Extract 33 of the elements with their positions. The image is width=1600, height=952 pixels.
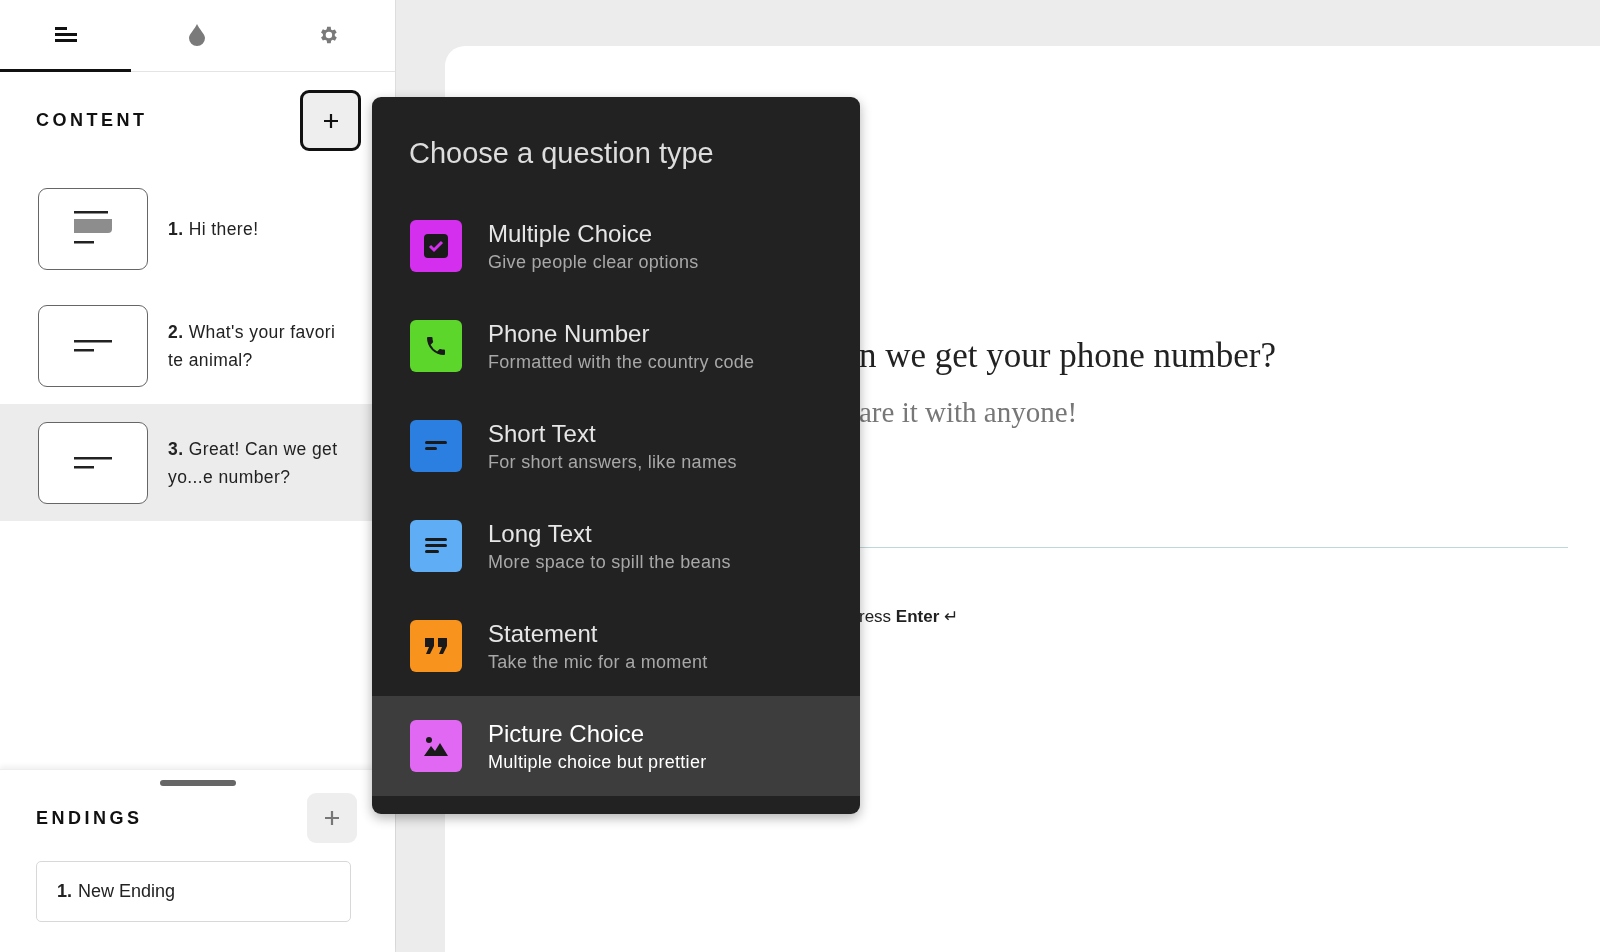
menu-title: Choose a question type bbox=[408, 137, 715, 170]
option-title: Short Text bbox=[488, 419, 597, 448]
option-description: Take the mic for a moment bbox=[488, 651, 708, 673]
add-button[interactable] bbox=[300, 90, 361, 151]
ending-item[interactable]: 1. New Ending bbox=[36, 861, 351, 922]
keyboard-hint: ress Enter ↵ bbox=[859, 606, 960, 627]
option-description: Formatted with the country code bbox=[488, 351, 755, 373]
question-title: 2. What's your favorite animal? bbox=[168, 320, 337, 372]
section-heading: CONTENT bbox=[36, 110, 148, 131]
short-text-icon bbox=[74, 456, 112, 469]
question-title: 3. Great! Can we get yo...e number? bbox=[168, 437, 338, 489]
option-description: For short answers, like names bbox=[488, 451, 737, 473]
lines-icon bbox=[54, 26, 77, 43]
question-type-option[interactable]: Statement Take the mic for a moment bbox=[372, 596, 860, 696]
question-description: are it with anyone! bbox=[859, 396, 1079, 429]
short-text-icon bbox=[74, 339, 112, 352]
option-title: Picture Choice bbox=[488, 719, 646, 748]
plus-icon bbox=[322, 112, 339, 129]
drag-handle[interactable] bbox=[159, 780, 236, 786]
option-title: Phone Number bbox=[488, 319, 651, 348]
option-title: Statement bbox=[488, 619, 599, 648]
question-title: 1. Hi there! bbox=[168, 217, 260, 241]
section-heading: ENDINGS bbox=[36, 807, 143, 829]
option-description: Give people clear options bbox=[488, 251, 699, 273]
option-description: More space to spill the beans bbox=[488, 551, 731, 573]
welcome-screen-icon bbox=[74, 210, 112, 247]
question-type-option[interactable]: Picture Choice Multiple choice but prettier bbox=[372, 696, 860, 796]
plus-icon bbox=[324, 810, 340, 826]
option-title: Multiple Choice bbox=[488, 219, 654, 248]
drop-icon bbox=[188, 23, 205, 46]
option-description: Multiple choice but prettier bbox=[488, 751, 707, 773]
option-title: Long Text bbox=[488, 519, 593, 548]
question-text: n we get your phone number? bbox=[859, 336, 1277, 377]
